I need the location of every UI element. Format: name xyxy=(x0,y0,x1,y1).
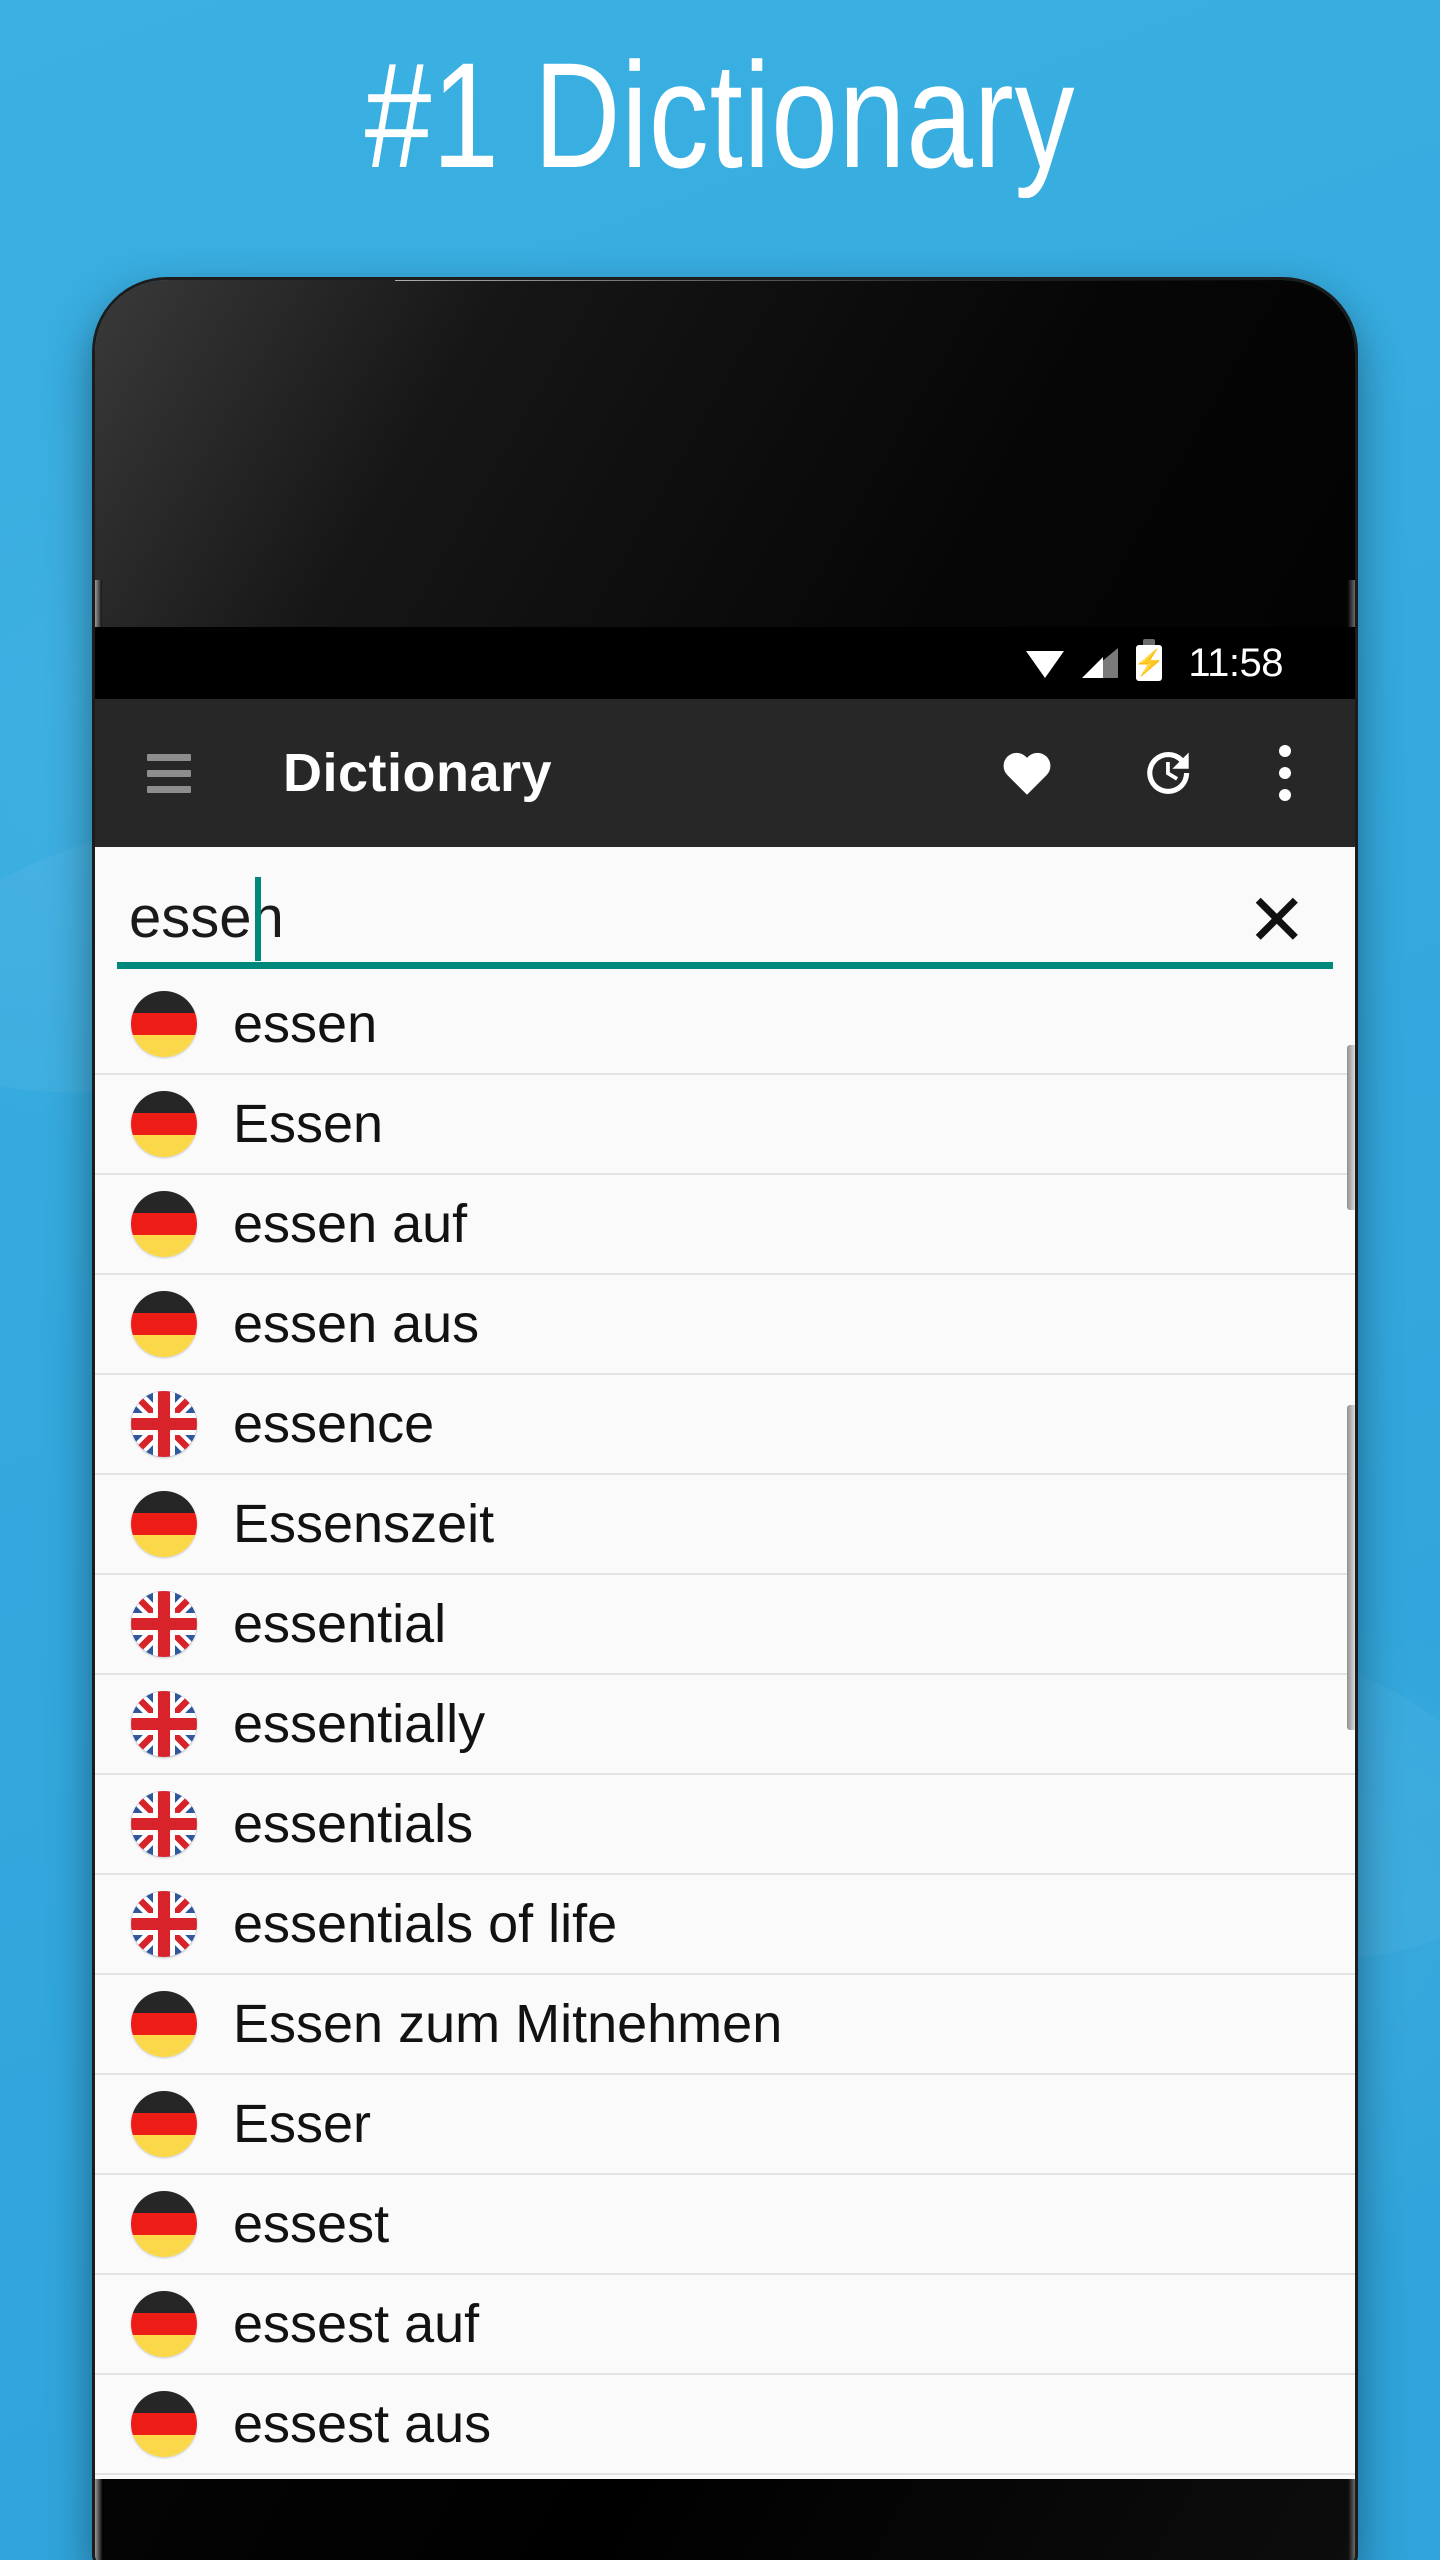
list-item[interactable]: essest xyxy=(95,2175,1355,2275)
uk-flag-icon xyxy=(131,1391,197,1457)
uk-flag-icon xyxy=(131,1591,197,1657)
hamburger-menu-icon[interactable] xyxy=(147,753,191,793)
page-title: Dictionary xyxy=(283,743,553,803)
list-item[interactable]: essentials of life xyxy=(95,1875,1355,1975)
history-icon[interactable] xyxy=(1139,745,1195,801)
german-flag-icon xyxy=(131,1491,197,1557)
list-item[interactable]: essence xyxy=(95,1375,1355,1475)
text-cursor xyxy=(255,877,261,961)
phone-body: ⚡ 11:58 Dictionary essen ✕ essen Essen e… xyxy=(95,280,1355,2560)
list-item-label: essest auf xyxy=(233,2294,480,2354)
list-item[interactable]: essential xyxy=(95,1575,1355,1675)
uk-flag-icon xyxy=(131,1891,197,1957)
list-item-label: essentials xyxy=(233,1794,474,1854)
battery-charging-icon: ⚡ xyxy=(1133,639,1165,681)
list-item-label: essential xyxy=(233,1594,447,1654)
list-item[interactable]: essest aus xyxy=(95,2375,1355,2475)
list-item[interactable]: essentials xyxy=(95,1775,1355,1875)
more-dot xyxy=(1279,789,1291,801)
app-bar-actions xyxy=(999,745,1355,801)
list-item[interactable]: essen aus xyxy=(95,1275,1355,1375)
power-button[interactable] xyxy=(1347,1045,1355,1210)
list-item-label: Essen xyxy=(233,1094,384,1154)
bezel-highlight xyxy=(95,280,609,634)
more-vertical-icon[interactable] xyxy=(1279,745,1291,801)
device-screen: ⚡ 11:58 Dictionary essen ✕ essen Essen e… xyxy=(95,627,1355,2479)
bezel-highlight-top xyxy=(395,280,1295,281)
list-item-label: essest xyxy=(233,2194,390,2254)
list-item-label: Esser xyxy=(233,2094,372,2154)
list-item[interactable]: essentially xyxy=(95,1675,1355,1775)
german-flag-icon xyxy=(131,1291,197,1357)
german-flag-icon xyxy=(131,991,197,1057)
german-flag-icon xyxy=(131,1991,197,2057)
uk-flag-icon xyxy=(131,1791,197,1857)
phone-device: ⚡ 11:58 Dictionary essen ✕ essen Essen e… xyxy=(95,280,1355,2560)
german-flag-icon xyxy=(131,1191,197,1257)
hamburger-line xyxy=(147,753,191,761)
german-flag-icon xyxy=(131,2191,197,2257)
list-item[interactable]: essest xyxy=(95,2475,1355,2479)
search-underline xyxy=(117,962,1333,969)
uk-flag-icon xyxy=(131,1691,197,1757)
german-flag-icon xyxy=(131,2291,197,2357)
german-flag-icon xyxy=(131,2391,197,2457)
list-item[interactable]: essen auf xyxy=(95,1175,1355,1275)
wifi-icon xyxy=(1026,648,1065,678)
list-item[interactable]: Essenszeit xyxy=(95,1475,1355,1575)
list-item-label: essen auf xyxy=(233,1194,468,1254)
german-flag-icon xyxy=(131,1091,197,1157)
volume-rocker[interactable] xyxy=(1347,1405,1355,1730)
list-item-label: essen xyxy=(233,994,378,1054)
list-item-label: Essen zum Mitnehmen xyxy=(233,1994,783,2054)
hamburger-line xyxy=(147,785,191,793)
list-item-label: essence xyxy=(233,1394,435,1454)
search-bar: essen ✕ xyxy=(95,847,1355,975)
promo-headline: #1 Dictionary xyxy=(364,31,1076,199)
list-item-label: essentials of life xyxy=(233,1894,618,1954)
more-dot xyxy=(1279,767,1291,779)
list-item[interactable]: Essen zum Mitnehmen xyxy=(95,1975,1355,2075)
heart-icon[interactable] xyxy=(999,745,1055,801)
search-results-list[interactable]: essen Essen essen auf essen aus essence Esse… xyxy=(95,975,1355,2479)
list-item-label: essest aus xyxy=(233,2394,492,2454)
battery-bolt-glyph: ⚡ xyxy=(1133,648,1165,677)
status-bar: ⚡ 11:58 xyxy=(95,627,1355,699)
status-bar-clock: 11:58 xyxy=(1188,640,1283,685)
list-item[interactable]: Essen xyxy=(95,1075,1355,1175)
list-item[interactable]: essest auf xyxy=(95,2275,1355,2375)
app-bar: Dictionary xyxy=(95,699,1355,847)
cellular-signal-icon xyxy=(1082,648,1119,678)
clear-search-button[interactable]: ✕ xyxy=(1247,885,1307,957)
search-field-wrapper[interactable]: essen ✕ xyxy=(117,847,1333,975)
list-item-label: Essenszeit xyxy=(233,1494,495,1554)
more-dot xyxy=(1279,745,1291,757)
hamburger-line xyxy=(147,769,191,777)
list-item-label: essentially xyxy=(233,1694,486,1754)
german-flag-icon xyxy=(131,2091,197,2157)
list-item[interactable]: Esser xyxy=(95,2075,1355,2175)
list-item[interactable]: essen xyxy=(95,975,1355,1075)
list-item-label: essen aus xyxy=(233,1294,480,1354)
